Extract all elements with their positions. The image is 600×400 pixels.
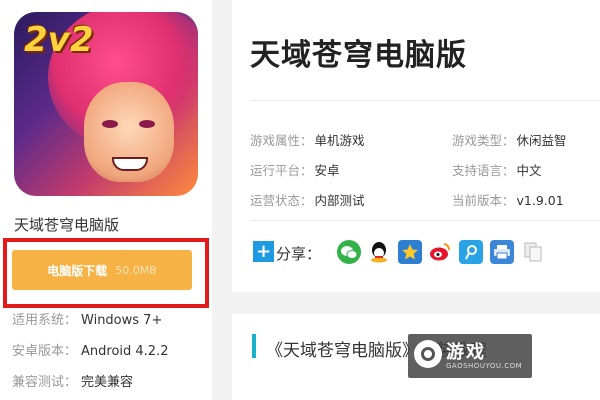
attr-game-type: 游戏类型： 休闲益智 [452, 130, 567, 149]
attr-label: 运营状态： [250, 193, 313, 208]
spec-android: 安卓版本： Android 4.2.2 [12, 340, 169, 359]
icon-eye-right [139, 120, 155, 128]
copy-icon[interactable] [521, 240, 545, 264]
attr-game-property: 游戏属性： 单机游戏 [250, 130, 365, 149]
divider [250, 220, 600, 221]
attr-status: 运营状态： 内部测试 [250, 190, 365, 209]
qq-icon[interactable] [367, 240, 391, 264]
spec-value: Windows 7+ [81, 313, 163, 328]
watermark-circle-icon [414, 340, 442, 368]
tencent-weibo-icon[interactable] [459, 240, 483, 264]
watermark-text: 游戏 [446, 342, 486, 363]
wechat-icon[interactable] [337, 240, 361, 264]
spec-label: 安卓版本： [12, 344, 78, 359]
attr-value: 单机游戏 [314, 133, 365, 148]
attr-language: 支持语言： 中文 [452, 160, 542, 179]
spec-label: 适用系统： [12, 313, 78, 328]
attr-label: 游戏属性： [250, 133, 313, 148]
icon-mouth [112, 157, 148, 171]
attr-value: 内部测试 [314, 193, 365, 208]
icon-badge: 2v2 [24, 20, 94, 60]
app-icon[interactable]: 2v2 [14, 12, 198, 196]
attr-label: 当前版本： [452, 193, 515, 208]
attr-value: 安卓 [314, 163, 340, 178]
weibo-icon[interactable] [428, 240, 452, 264]
print-icon[interactable] [490, 240, 514, 264]
spec-label: 兼容测试： [12, 375, 78, 390]
attr-platform: 运行平台： 安卓 [250, 160, 340, 179]
attr-label: 运行平台： [250, 163, 313, 178]
spec-value: 完美兼容 [81, 375, 134, 390]
attr-label: 游戏类型： [452, 133, 515, 148]
download-button[interactable]: 电脑版下载 50.0MB [12, 250, 192, 290]
spec-compat: 兼容测试： 完美兼容 [12, 371, 133, 390]
spec-value: Android 4.2.2 [81, 344, 169, 359]
spec-system: 适用系统： Windows 7+ [12, 309, 162, 328]
app-title: 天域苍穹电脑版 [14, 216, 120, 234]
attr-label: 支持语言： [452, 163, 515, 178]
attr-value: v1.9.01 [516, 193, 564, 208]
download-size: 50.0MB [115, 263, 157, 277]
share-plus-icon[interactable]: + [253, 241, 274, 262]
tutorial-accent-bar [252, 334, 256, 358]
watermark-logo: 游戏 GAOSHOUYOU.COM [408, 334, 532, 378]
share-label: 分享： [276, 245, 322, 263]
qzone-icon[interactable] [398, 240, 422, 264]
icon-eye-left [102, 120, 118, 128]
download-label: 电脑版下载 [47, 263, 108, 278]
attr-version: 当前版本： v1.9.01 [452, 190, 564, 209]
attr-value: 休闲益智 [516, 133, 567, 148]
attr-value: 中文 [516, 163, 542, 178]
divider [250, 100, 600, 101]
watermark-url: GAOSHOUYOU.COM [446, 362, 523, 370]
page-title: 天域苍穹电脑版 [250, 38, 467, 73]
